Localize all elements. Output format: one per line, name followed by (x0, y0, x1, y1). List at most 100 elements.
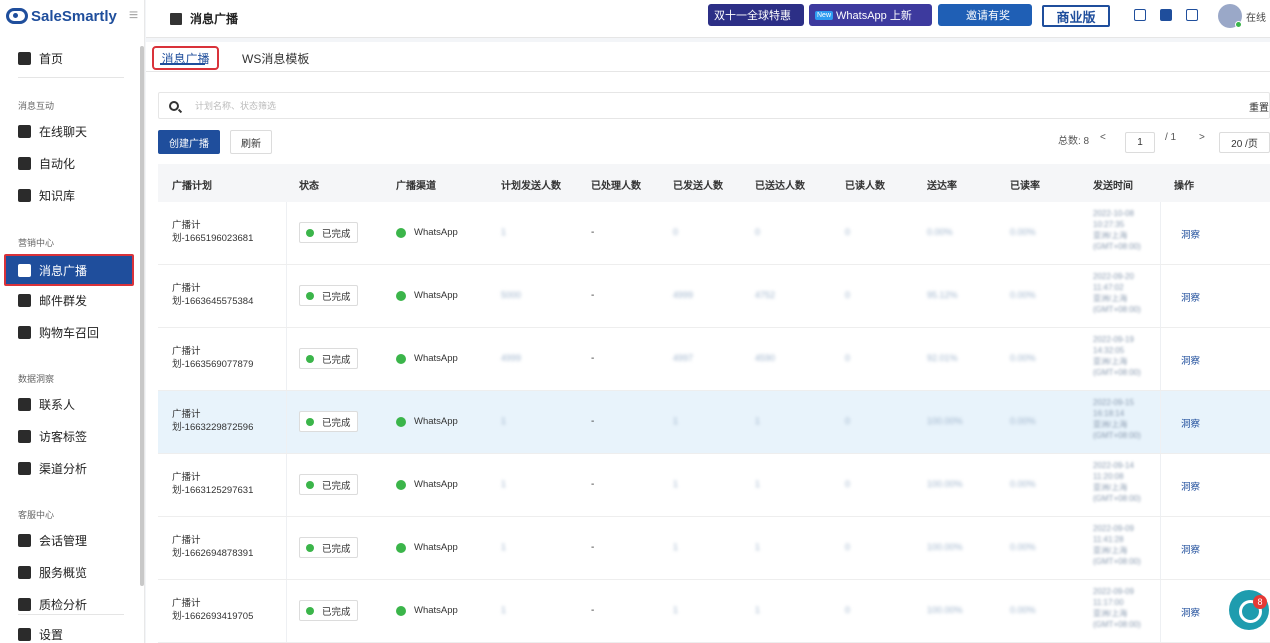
delivered-count: 1 (755, 605, 761, 615)
reset-button[interactable]: 重置 (1249, 99, 1269, 114)
sidebar-item-quality[interactable]: 质检分析 (0, 588, 135, 620)
gift-icon (18, 293, 31, 307)
search-input[interactable]: 计划名称、状态筛选 (195, 99, 276, 112)
business-plan-button[interactable]: 商业版 (1042, 5, 1110, 27)
sidebar-item-email[interactable]: 邮件群发 (0, 284, 135, 316)
col-status: 状态 (299, 181, 319, 192)
logo[interactable]: SaleSmartly ≡ (0, 0, 144, 32)
delivered-count: 0 (755, 227, 761, 237)
table-row[interactable]: 广播计 划-1663229872596 已完成 WhatsApp 1 - 1 1 0 100.00… (158, 391, 1270, 454)
section-marketing: 营销中心 (18, 238, 55, 248)
plan-name: 广播计 划-1662694878391 (172, 535, 254, 559)
insight-link[interactable]: 洞察 (1181, 416, 1200, 430)
refresh-button[interactable]: 刷新 (230, 130, 272, 154)
next-page-icon[interactable]: > (1199, 132, 1205, 143)
column-divider (1160, 328, 1161, 390)
broadcast-icon (170, 12, 182, 25)
column-divider (286, 202, 287, 264)
status-dot-icon (306, 606, 314, 615)
plan-name: 广播计 划-1663125297631 (172, 472, 254, 496)
sidebar-item-cart-recovery[interactable]: 购物车召回 (0, 316, 135, 348)
insight-link[interactable]: 洞察 (1181, 542, 1200, 556)
sidebar-item-live-chat[interactable]: 在线聊天 (0, 115, 135, 147)
table-row[interactable]: 广播计 划-1663125297631 已完成 WhatsApp 1 - 1 1 0 100.00… (158, 454, 1270, 517)
online-status[interactable]: 在线 (1246, 9, 1266, 24)
insight-link[interactable]: 洞察 (1181, 605, 1200, 619)
table-row[interactable]: 广播计 划-1663569077879 已完成 WhatsApp 4999 - 4997 45… (158, 328, 1270, 391)
logo-text: SaleSmartly (31, 7, 117, 25)
prev-page-icon[interactable]: < (1100, 132, 1106, 143)
column-divider (1160, 580, 1161, 642)
channel: WhatsApp (396, 290, 458, 301)
tab-broadcast[interactable]: 消息广播 (152, 46, 219, 70)
window-icon[interactable] (1134, 9, 1146, 21)
page-input[interactable]: 1 (1125, 132, 1155, 153)
channel: WhatsApp (396, 227, 458, 238)
page-size-select[interactable]: 20 /页 (1219, 132, 1270, 153)
read-rate: 0.00% (1010, 479, 1036, 489)
delivery-rate: 92.01% (927, 353, 958, 363)
promo-whatsapp[interactable]: New WhatsApp 上新 (809, 4, 932, 26)
help-icon[interactable] (1160, 9, 1172, 21)
column-divider (1160, 265, 1161, 327)
status-badge: 已完成 (299, 411, 358, 432)
insight-link[interactable]: 洞察 (1181, 353, 1200, 367)
gear-icon (18, 627, 31, 641)
sent-count: 4997 (673, 353, 694, 363)
promo-double11[interactable]: 双十一全球特惠 (708, 4, 804, 26)
menu-collapse-icon[interactable]: ≡ (129, 7, 138, 25)
plan-name: 广播计 划-1663229872596 (172, 409, 254, 433)
sidebar-item-channel-analysis[interactable]: 渠道分析 (0, 452, 135, 484)
status-dot-icon (306, 228, 314, 237)
sidebar-item-visitor-tags[interactable]: 访客标签 (0, 420, 135, 452)
whatsapp-icon (396, 542, 406, 553)
promo-invite[interactable]: 邀请有奖 (938, 4, 1032, 26)
col-channel: 广播渠道 (396, 181, 436, 192)
read-rate: 0.00% (1010, 605, 1036, 615)
delivered-count: 1 (755, 542, 761, 552)
read-count: 0 (845, 605, 851, 615)
section-service: 客服中心 (18, 510, 55, 520)
table-row[interactable]: 广播计 划-1665196023681 已完成 WhatsApp 1 - 0 0 0 0.00% 0… (158, 202, 1270, 265)
sidebar-item-settings[interactable]: 设置 (0, 618, 135, 643)
table-row[interactable]: 广播计 划-1662693419705 已完成 WhatsApp 1 - 1 1 0 100.00… (158, 580, 1270, 643)
read-rate: 0.00% (1010, 353, 1036, 363)
delivery-rate: 100.00% (927, 605, 963, 615)
status-badge: 已完成 (299, 348, 358, 369)
tab-bar: 消息广播 WS消息模板 (146, 42, 1270, 72)
sidebar-item-knowledge[interactable]: 知识库 (0, 179, 135, 211)
channel: WhatsApp (396, 353, 458, 364)
search-icon (169, 100, 179, 111)
table-row[interactable]: 广播计 划-1662694878391 已完成 WhatsApp 1 - 1 1 0 100.00… (158, 517, 1270, 580)
sidebar-item-contacts[interactable]: 联系人 (0, 388, 135, 420)
insight-link[interactable]: 洞察 (1181, 290, 1200, 304)
insight-link[interactable]: 洞察 (1181, 227, 1200, 241)
planned-count: 1 (501, 416, 507, 426)
sidebar-item-conversations[interactable]: 会话管理 (0, 524, 135, 556)
topbar: 消息广播 双十一全球特惠 New WhatsApp 上新 邀请有奖 商业版 在线 (146, 0, 1270, 38)
sidebar-item-service-overview[interactable]: 服务概览 (0, 556, 135, 588)
table-row[interactable]: 广播计 划-1663645575384 已完成 WhatsApp 5000 - 4999 47… (158, 265, 1270, 328)
delivery-rate: 100.00% (927, 416, 963, 426)
chart-icon (18, 597, 31, 611)
sent-count: 4999 (673, 290, 694, 300)
tab-ws-template[interactable]: WS消息模板 (242, 46, 309, 70)
main-panel: 计划名称、状态筛选 重置 创建广播 刷新 总数: 8 < 1 / 1 > 20 … (146, 72, 1270, 643)
status-badge: 已完成 (299, 537, 358, 558)
create-broadcast-button[interactable]: 创建广播 (158, 130, 220, 154)
read-count: 0 (845, 227, 851, 237)
processed-count: - (591, 605, 595, 616)
column-divider (286, 391, 287, 453)
sidebar-divider (18, 77, 124, 78)
insight-link[interactable]: 洞察 (1181, 479, 1200, 493)
sidebar-scrollbar[interactable] (140, 46, 144, 586)
search-bar[interactable]: 计划名称、状态筛选 重置 (158, 92, 1270, 119)
sidebar-item-broadcast[interactable]: 消息广播 (4, 254, 134, 286)
send-time: 2022-10-08 10:27:35 亚洲/上海 (GMT+08:00) (1093, 209, 1141, 251)
status-dot-icon (306, 543, 314, 552)
broadcast-table: 广播计划 状态 广播渠道 计划发送人数 已处理人数 已发送人数 已送达人数 已读… (158, 164, 1270, 643)
mail-icon[interactable] (1186, 9, 1198, 21)
sidebar-item-automation[interactable]: 自动化 (0, 147, 135, 179)
whatsapp-icon (396, 416, 406, 427)
sidebar-item-home[interactable]: 首页 (0, 42, 135, 74)
